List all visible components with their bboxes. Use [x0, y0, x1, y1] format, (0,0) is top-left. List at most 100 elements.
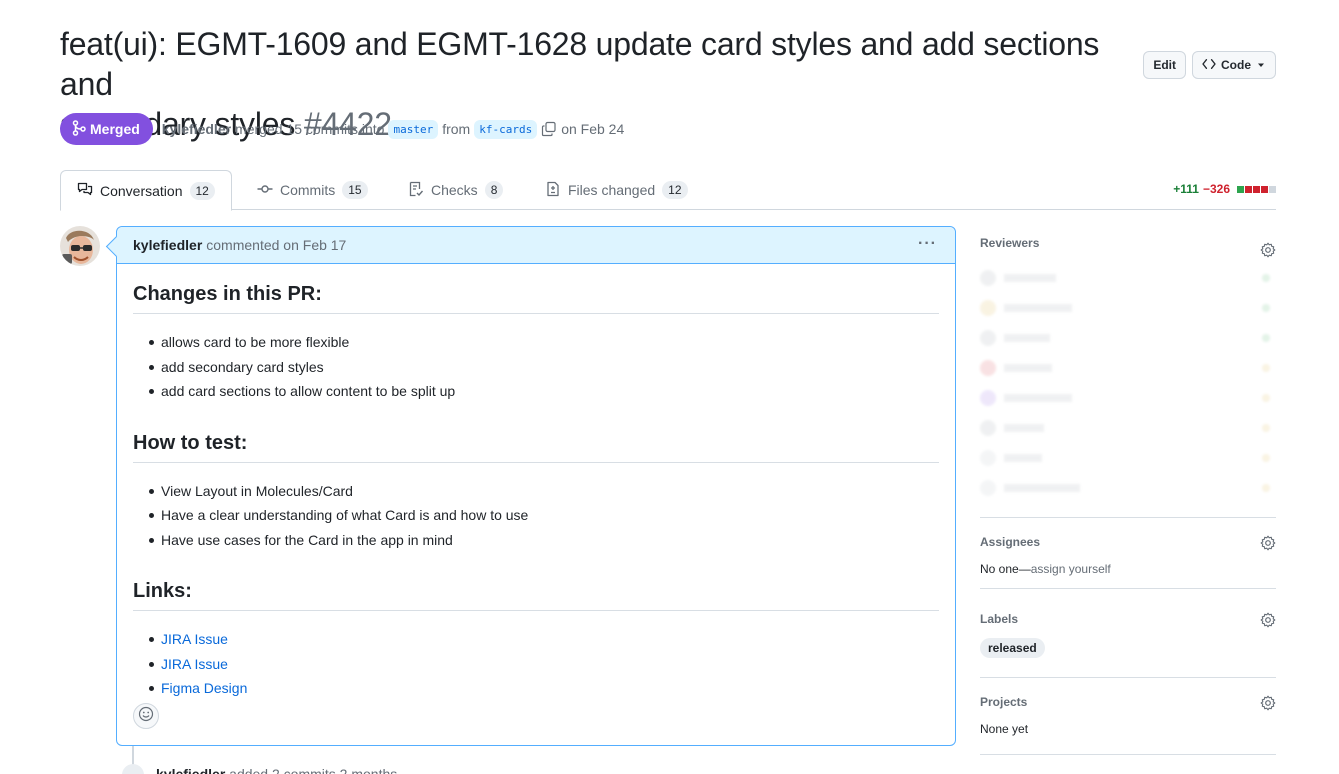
tab-conversation[interactable]: Conversation 12 — [60, 170, 232, 211]
changes-list: allows card to be more flexible add seco… — [133, 330, 939, 404]
list-item: JIRA Issue — [133, 627, 939, 652]
git-merge-icon — [72, 119, 86, 139]
jira-issue-link[interactable]: JIRA Issue — [161, 631, 228, 647]
assign-yourself-link[interactable]: assign yourself — [1031, 562, 1111, 576]
tab-label: Checks — [431, 182, 478, 198]
gear-icon[interactable] — [1260, 535, 1276, 556]
avatar — [980, 360, 996, 376]
section-heading: How to test: — [133, 431, 939, 463]
dot-icon — [1262, 364, 1270, 372]
pr-meta-row: Merged kylefiedler merged 15 commits int… — [60, 113, 624, 145]
author-link[interactable]: kylefiedler — [162, 121, 231, 137]
from-text: from — [442, 121, 471, 137]
reviewer-row[interactable] — [980, 478, 1276, 498]
list-item: Have a clear understanding of what Card … — [133, 503, 939, 528]
comment-header: kylefiedler commented on Feb 17 ··· — [117, 227, 955, 264]
reviewer-row[interactable] — [980, 358, 1276, 378]
diffstat-box — [1261, 185, 1268, 193]
comment-body: Changes in this PR: allows card to be mo… — [117, 264, 955, 701]
tab-checks[interactable]: Checks 8 — [392, 170, 519, 210]
dot-icon — [1262, 394, 1270, 402]
sidebar-reviewers: Reviewers — [980, 236, 1276, 518]
reviewer-row[interactable] — [980, 298, 1276, 318]
assignees-value: No one—assign yourself — [980, 562, 1276, 576]
sidebar-heading[interactable]: Projects — [980, 695, 1276, 709]
reviewer-name — [1004, 334, 1050, 342]
triangle-down-icon — [1256, 58, 1266, 72]
tab-files-changed[interactable]: Files changed 12 — [529, 170, 704, 210]
merge-date: on Feb 24 — [561, 121, 625, 137]
diffstat-box — [1245, 185, 1252, 193]
figma-design-link[interactable]: Figma Design — [161, 680, 247, 696]
status-badge-label: Merged — [90, 121, 140, 137]
sidebar-projects: Projects None yet — [980, 695, 1276, 755]
reviewer-name — [1004, 394, 1072, 402]
no-assignee-text: No one— — [980, 562, 1031, 576]
pr-description-comment: kylefiedler commented on Feb 17 ··· Chan… — [116, 226, 956, 746]
timeline-event: kylefiedler added 2 commits 2 months — [156, 766, 397, 774]
tab-label: Files changed — [568, 182, 656, 198]
diffstat-box — [1237, 185, 1244, 193]
timeline-author[interactable]: kylefiedler — [156, 766, 225, 774]
avatar — [980, 390, 996, 406]
avatar — [980, 420, 996, 436]
sidebar-heading[interactable]: Reviewers — [980, 236, 1276, 250]
tab-counter: 12 — [662, 181, 688, 199]
gear-icon[interactable] — [1260, 695, 1276, 716]
checklist-icon — [408, 181, 424, 200]
jira-issue-link[interactable]: JIRA Issue — [161, 656, 228, 672]
tab-counter: 15 — [342, 181, 368, 199]
avatar[interactable] — [60, 226, 100, 266]
comment-author[interactable]: kylefiedler — [133, 237, 202, 253]
pr-tabs: Conversation 12 Commits 15 Checks 8 File… — [60, 170, 1276, 211]
reviewer-row[interactable] — [980, 268, 1276, 288]
base-branch[interactable]: master — [388, 119, 439, 139]
reviewer-name — [1004, 454, 1042, 462]
gear-icon[interactable] — [1260, 242, 1276, 263]
kebab-horizontal-icon[interactable]: ··· — [918, 235, 937, 253]
pr-title-text: feat(ui): EGMT-1609 and EGMT-1628 update… — [60, 26, 1100, 102]
avatar — [980, 480, 996, 496]
diffstat-additions: +111 — [1173, 182, 1199, 196]
code-button-label: Code — [1221, 58, 1251, 72]
reviewer-row[interactable] — [980, 328, 1276, 348]
tab-counter: 12 — [189, 181, 215, 200]
section-heading: Changes in this PR: — [133, 282, 939, 314]
reviewer-row[interactable] — [980, 388, 1276, 408]
comment-timestamp[interactable]: commented on Feb 17 — [206, 237, 346, 253]
list-item: Have use cases for the Card in the app i… — [133, 528, 939, 553]
sidebar-assignees: Assignees No one—assign yourself — [980, 535, 1276, 589]
file-diff-icon — [545, 181, 561, 200]
reviewer-name — [1004, 424, 1044, 432]
diffstat-deletions: −326 — [1202, 182, 1230, 196]
smiley-icon — [138, 706, 154, 727]
reviewer-name — [1004, 304, 1072, 312]
reviewer-row[interactable] — [980, 418, 1276, 438]
sidebar-heading[interactable]: Labels — [980, 612, 1276, 626]
add-reaction-button[interactable] — [133, 703, 159, 729]
list-item: add card sections to allow content to be… — [133, 379, 939, 404]
diffstat-box — [1253, 185, 1260, 193]
edit-button[interactable]: Edit — [1143, 51, 1186, 79]
check-icon — [1262, 274, 1270, 282]
dot-icon — [1262, 454, 1270, 462]
git-commit-icon — [257, 181, 273, 200]
links-list: JIRA Issue JIRA Issue Figma Design — [133, 627, 939, 701]
reviewer-row[interactable] — [980, 448, 1276, 468]
check-icon — [1262, 334, 1270, 342]
sidebar-heading[interactable]: Assignees — [980, 535, 1276, 549]
label-released[interactable]: released — [980, 638, 1045, 658]
gear-icon[interactable] — [1260, 612, 1276, 633]
reviewer-name — [1004, 274, 1056, 282]
sidebar-labels: Labels released — [980, 612, 1276, 678]
head-branch[interactable]: kf-cards — [474, 119, 538, 139]
diffstat: +111 −326 — [1173, 182, 1276, 196]
tab-commits[interactable]: Commits 15 — [241, 170, 384, 210]
list-item: JIRA Issue — [133, 652, 939, 677]
list-item: View Layout in Molecules/Card — [133, 479, 939, 504]
tab-counter: 8 — [484, 181, 504, 199]
test-list: View Layout in Molecules/Card Have a cle… — [133, 479, 939, 553]
copy-icon[interactable] — [541, 121, 557, 137]
code-button[interactable]: Code — [1192, 51, 1276, 79]
tab-label: Commits — [280, 182, 336, 198]
